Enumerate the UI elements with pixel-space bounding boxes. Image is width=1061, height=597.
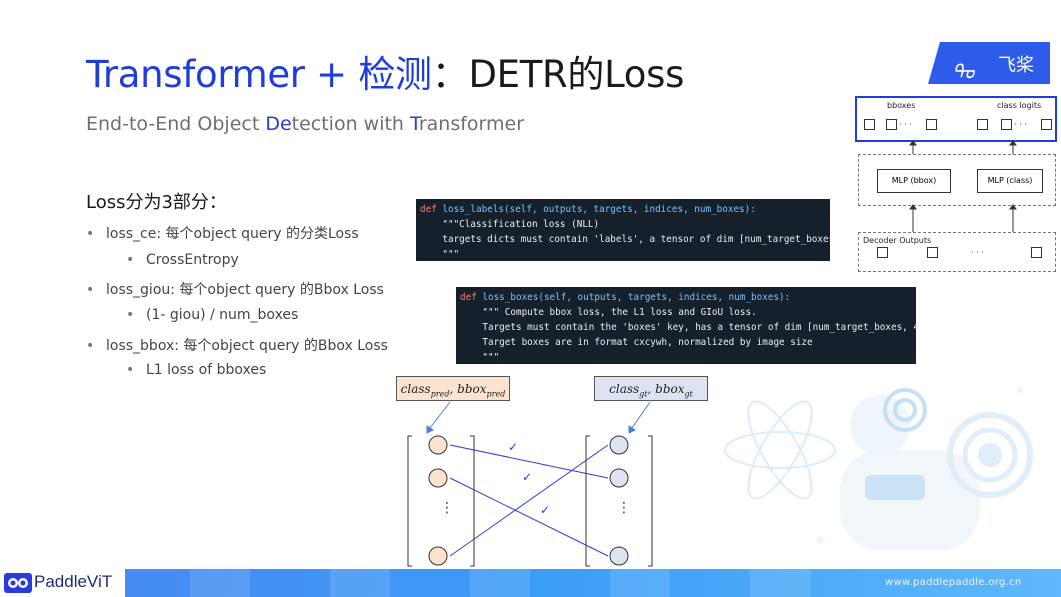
pred-node [428,435,448,455]
decoder-outputs-box: Decoder Outputs · · · [858,232,1056,272]
bullet-text: CrossEntropy [146,252,239,268]
footer-url: www.paddlepaddle.org.cn [885,577,1022,588]
bullet-item: • loss_bbox: 每个object query 的Bbox Loss [86,335,388,355]
detr-diagram-arrows [909,140,1017,232]
footer-stripe [610,569,670,597]
bullet-text: (1- giou) / num_boxes [146,307,299,323]
page-subtitle: End-to-End Object Detection with Transfo… [86,113,525,135]
sub-bullet-item: • CrossEntropy [126,252,239,268]
bullet-text: loss_ce: 每个object query 的分类Loss [106,226,359,242]
bullet-dot: • [86,338,95,354]
class-output-square [1041,119,1052,130]
bullet-dot: • [126,307,135,323]
matching-diagram [407,401,653,567]
gt-node [609,435,629,455]
footer-stripe [330,569,390,597]
decoder-ellipsis: · · · [971,248,984,257]
class-ellipsis: · · · [1014,120,1027,129]
bullet-dot: • [126,252,135,268]
paddlevit-mascot-icon [4,573,32,593]
page-title: Transformer + 检测：DETR的Loss [86,53,685,96]
gt-label-box: classgt, bboxgt [594,376,708,401]
decoder-outputs-label: Decoder Outputs [863,236,932,245]
match-check-icon: ✓ [508,440,519,454]
bbox-ellipsis: · · · [899,120,912,129]
sub-bullet-item: • L1 loss of bboxes [126,362,266,378]
paddle-logo: ᠲᠣ 飞桨 [928,42,1050,84]
paddle-logo-text: 飞桨 [998,55,1034,76]
bullet-text: loss_giou: 每个object query 的Bbox Loss [106,282,384,298]
pred-label-box: classpred, bboxpred [396,376,510,401]
match-check-icon: ✓ [540,503,551,517]
decoder-output-square [927,247,938,258]
bbox-output-square [886,119,897,130]
bboxes-label: bboxes [887,101,916,110]
match-check-icon: ✓ [522,470,533,484]
sub-bullet-item: • (1- giou) / num_boxes [126,307,298,323]
pred-node [428,468,448,488]
bullet-dot: • [126,362,135,378]
pred-dots: ⋮ [440,500,454,516]
bullet-text: loss_bbox: 每个object query 的Bbox Loss [106,338,388,354]
code-block-loss-labels: def loss_labels(self, outputs, targets, … [416,199,830,261]
footer-stripe [470,569,530,597]
bullet-text: L1 loss of bboxes [146,362,267,378]
gt-dots: ⋮ [617,500,631,516]
decoder-output-square [1031,247,1042,258]
bbox-output-square [926,119,937,130]
class-logits-label: class logits [997,101,1042,110]
gt-node [609,468,629,488]
pred-node [428,546,448,566]
robot-illustration [724,387,1033,550]
paddle-logo-mark-icon: ᠲᠣ [952,60,975,84]
bullet-dot: • [86,282,95,298]
bullet-item: • loss_ce: 每个object query 的分类Loss [86,223,359,243]
class-output-square [977,119,988,130]
bullet-item: • loss_giou: 每个object query 的Bbox Loss [86,279,384,299]
footer-stripe [750,569,810,597]
decoder-output-square [877,247,888,258]
footer-brand: PaddleViT [34,572,113,591]
class-output-square [1001,119,1012,130]
bbox-output-square [864,119,875,130]
section-heading: Loss分为3部分： [86,192,227,213]
footer-stripe [190,569,250,597]
code-block-loss-boxes: def loss_boxes(self, outputs, targets, i… [456,287,916,364]
gt-node [609,546,629,566]
output-predictions-box: bboxes class logits · · · · · · [855,96,1057,142]
bullet-dot: • [86,226,95,242]
